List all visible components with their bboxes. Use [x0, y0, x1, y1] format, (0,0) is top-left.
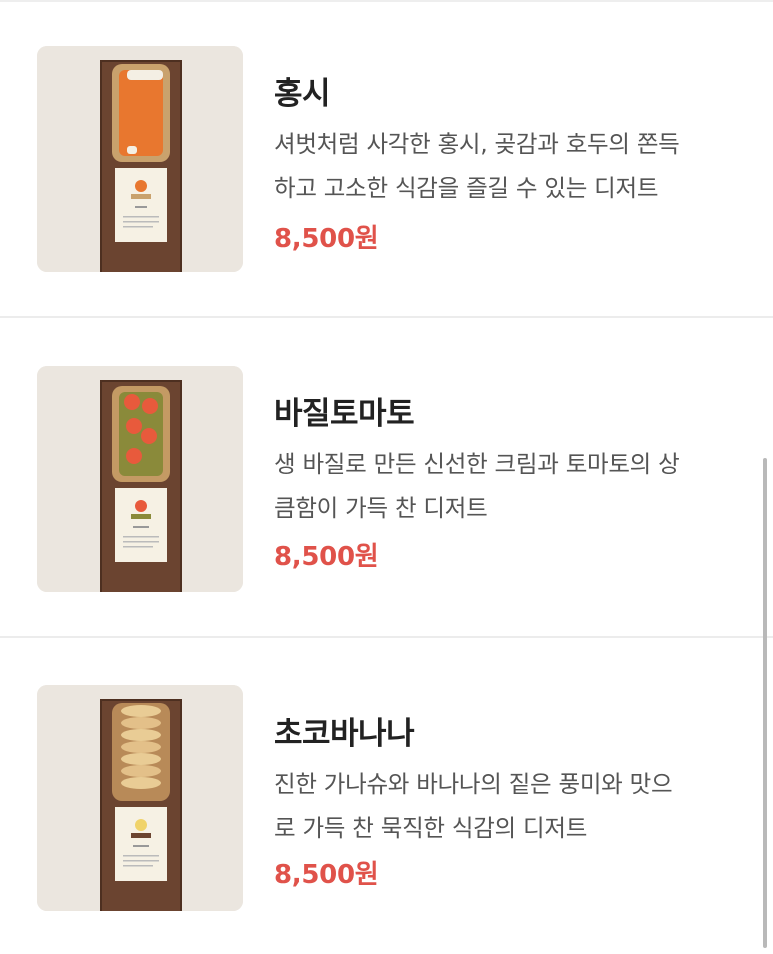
- item-price: 8,500원: [274, 860, 379, 890]
- item-name: 홍시: [274, 76, 331, 112]
- item-description-line: 큼함이 가득 찬 디저트: [274, 494, 488, 522]
- scrollbar[interactable]: [763, 458, 767, 948]
- menu-item-basil-tomato[interactable]: 바질토마토 생 바질로 만든 신선한 크림과 토마토의 상 큼함이 가득 찬 디…: [0, 320, 773, 638]
- choco-banana-dessert-image[interactable]: [37, 685, 243, 911]
- item-description-line: 하고 고소한 식감을 즐길 수 있는 디저트: [274, 174, 659, 202]
- item-price: 8,500원: [274, 542, 379, 572]
- menu-item-persimmon[interactable]: 홍시 셔벗처럼 사각한 홍시, 곶감과 호두의 쫀득 하고 고소한 식감을 즐길…: [0, 0, 773, 318]
- menu-list: 홍시 셔벗처럼 사각한 홍시, 곶감과 호두의 쫀득 하고 고소한 식감을 즐길…: [0, 0, 773, 954]
- item-price: 8,500원: [274, 224, 379, 254]
- item-description: 셔벗처럼 사각한 홍시, 곶감과 호두의 쫀득 하고 고소한 식감을 즐길 수 …: [274, 122, 744, 210]
- item-description-line: 생 바질로 만든 신선한 크림과 토마토의 상: [274, 450, 680, 478]
- item-description-line: 진한 가나슈와 바나나의 짙은 풍미와 맛으: [274, 770, 673, 798]
- item-name: 초코바나나: [274, 716, 415, 752]
- persimmon-dessert-image[interactable]: [37, 46, 243, 272]
- item-description: 진한 가나슈와 바나나의 짙은 풍미와 맛으 로 가득 찬 묵직한 식감의 디저…: [274, 762, 744, 850]
- item-name: 바질토마토: [274, 396, 415, 432]
- item-divider: [0, 316, 773, 318]
- item-description: 생 바질로 만든 신선한 크림과 토마토의 상 큼함이 가득 찬 디저트: [274, 442, 744, 530]
- item-divider: [0, 636, 773, 638]
- menu-item-choco-banana[interactable]: 초코바나나 진한 가나슈와 바나나의 짙은 풍미와 맛으 로 가득 찬 묵직한 …: [0, 640, 773, 954]
- basil-tomato-dessert-image[interactable]: [37, 366, 243, 592]
- item-description-line: 로 가득 찬 묵직한 식감의 디저트: [274, 814, 588, 842]
- item-description-line: 셔벗처럼 사각한 홍시, 곶감과 호두의 쫀득: [274, 130, 680, 158]
